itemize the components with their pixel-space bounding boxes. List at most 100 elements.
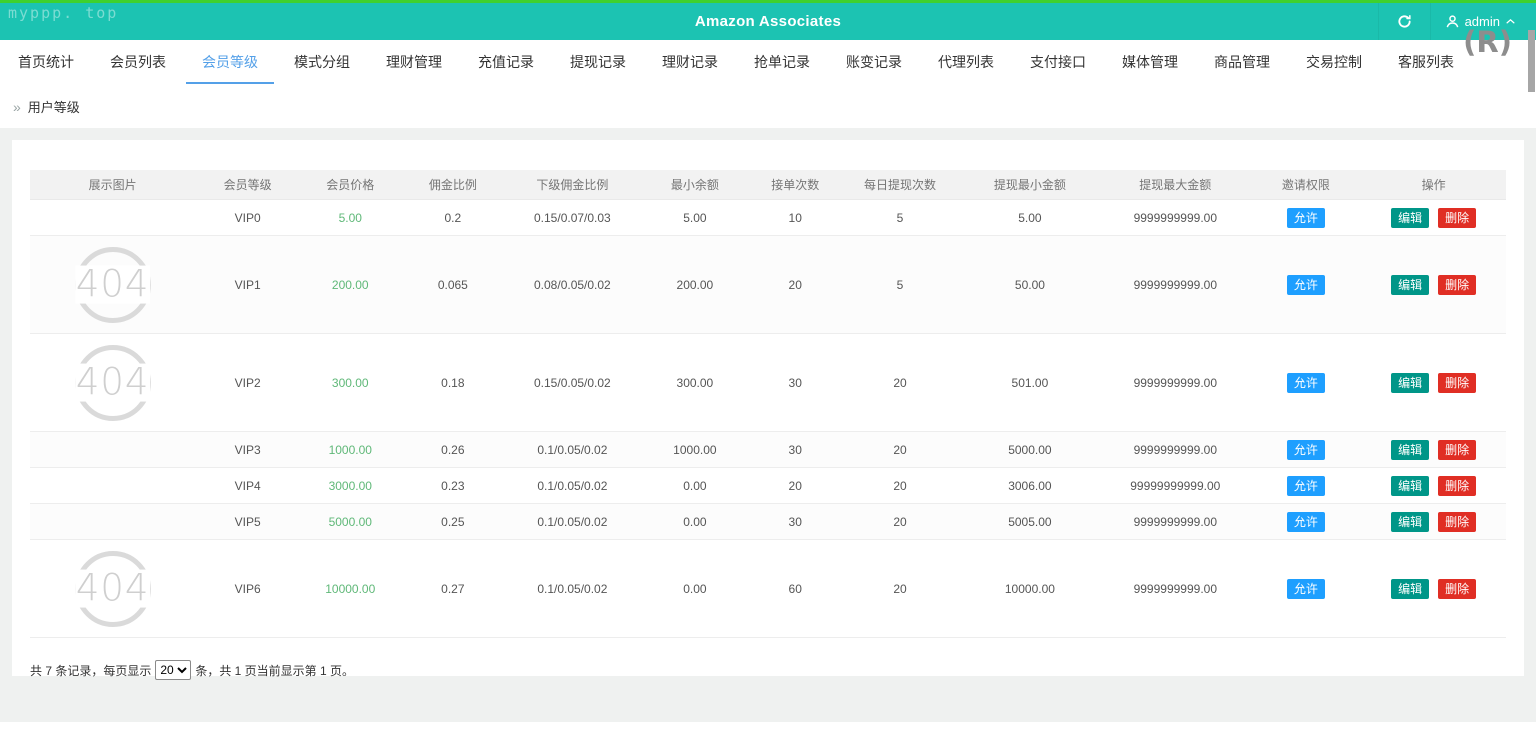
cell-invite-permission: 允许 (1250, 235, 1362, 334)
edit-button[interactable]: 编辑 (1391, 578, 1430, 599)
cell-min-balance: 200.00 (639, 235, 751, 334)
edit-button[interactable]: 编辑 (1391, 372, 1430, 393)
image-404-placeholder: 404 (73, 343, 153, 423)
cell-commission: 0.25 (400, 503, 506, 540)
column-header: 提现最大金额 (1100, 170, 1251, 200)
nav-tab-2[interactable]: 会员等级 (184, 40, 276, 85)
nav-tab-9[interactable]: 账变记录 (828, 40, 920, 85)
table-row: 404 VIP6 10000.00 0.27 0.1/0.05/0.02 0.00 60 20… (30, 539, 1506, 638)
nav-tab-12[interactable]: 媒体管理 (1104, 40, 1196, 85)
page-size-select[interactable]: 20 (155, 660, 192, 680)
image-404-placeholder: 404 (73, 245, 153, 325)
column-header: 最小余额 (639, 170, 751, 200)
cell-min-balance: 0.00 (639, 503, 751, 540)
column-header: 会员等级 (195, 170, 301, 200)
table-row: 404 VIP2 300.00 0.18 0.15/0.05/0.02 300.00 30 2… (30, 333, 1506, 432)
nav-tab-11[interactable]: 支付接口 (1012, 40, 1104, 85)
edit-button[interactable]: 编辑 (1391, 475, 1430, 496)
delete-button[interactable]: 删除 (1438, 274, 1477, 295)
cell-min-withdraw: 3006.00 (959, 467, 1101, 504)
delete-button[interactable]: 删除 (1438, 372, 1477, 393)
nav-tab-7[interactable]: 理财记录 (644, 40, 736, 85)
cell-invite-permission: 允许 (1250, 333, 1362, 432)
table-row: 404 VIP1 200.00 0.065 0.08/0.05/0.02 200.00 20… (30, 235, 1506, 334)
cell-max-withdraw: 99999999999.00 (1100, 467, 1251, 504)
cell-commission: 0.2 (400, 199, 506, 236)
cell-order-count: 30 (750, 431, 841, 468)
nav-tabs: 首页统计 会员列表 会员等级 模式分组 理财管理 充值记录 提现记录 理财记录 抢单记录 账变记录… (0, 40, 1536, 85)
allow-button[interactable]: 允许 (1286, 439, 1325, 460)
nav-tab-6[interactable]: 提现记录 (552, 40, 644, 85)
cell-daily-withdraw-count: 20 (840, 539, 960, 638)
cell-daily-withdraw-count: 20 (840, 503, 960, 540)
cell-price: 5.00 (300, 199, 401, 236)
cell-actions: 编辑 删除 (1361, 235, 1506, 334)
table-row: VIP5 5000.00 0.25 0.1/0.05/0.02 0.00 30 20 5005… (30, 503, 1506, 540)
column-header: 展示图片 (30, 170, 196, 200)
edit-button[interactable]: 编辑 (1391, 511, 1430, 532)
cell-sub-commission: 0.15/0.07/0.03 (505, 199, 640, 236)
nav-tab-0[interactable]: 首页统计 (0, 40, 92, 85)
cell-actions: 编辑 删除 (1361, 199, 1506, 236)
delete-button[interactable]: 删除 (1438, 578, 1477, 599)
cell-display-image (30, 431, 196, 468)
cell-order-count: 20 (750, 235, 841, 334)
delete-button[interactable]: 删除 (1438, 511, 1477, 532)
nav-tab-4[interactable]: 理财管理 (368, 40, 460, 85)
scrollbar-thumb[interactable] (1528, 30, 1535, 92)
table-body: VIP0 5.00 0.2 0.15/0.07/0.03 5.00 10 5 5.00 9999… (30, 199, 1506, 638)
cell-max-withdraw: 9999999999.00 (1100, 333, 1251, 432)
cell-min-balance: 0.00 (639, 467, 751, 504)
cell-sub-commission: 0.1/0.05/0.02 (505, 539, 640, 638)
cell-min-withdraw: 50.00 (959, 235, 1101, 334)
table-header-row: 展示图片 会员等级 会员价格 佣金比例 下级佣金比例 最小余额 接单次数 每日提现次数 提现最小… (30, 170, 1506, 200)
nav-tab-10[interactable]: 代理列表 (920, 40, 1012, 85)
app-header: myppp. top Amazon Associates admin (0, 3, 1536, 40)
nav-tab-8[interactable]: 抢单记录 (736, 40, 828, 85)
cell-sub-commission: 0.1/0.05/0.02 (505, 503, 640, 540)
delete-button[interactable]: 删除 (1438, 207, 1477, 228)
cell-price: 5000.00 (300, 503, 401, 540)
app-title: Amazon Associates (694, 13, 842, 30)
cell-level: VIP1 (195, 235, 301, 334)
cell-daily-withdraw-count: 5 (840, 235, 960, 334)
allow-button[interactable]: 允许 (1286, 511, 1325, 532)
cell-display-image (30, 199, 196, 236)
allow-button[interactable]: 允许 (1286, 207, 1325, 228)
refresh-button[interactable] (1377, 3, 1431, 40)
column-header: 邀请权限 (1250, 170, 1362, 200)
cell-min-withdraw: 5000.00 (959, 431, 1101, 468)
edit-button[interactable]: 编辑 (1391, 439, 1430, 460)
cell-max-withdraw: 9999999999.00 (1100, 503, 1251, 540)
cell-price: 200.00 (300, 235, 401, 334)
cell-level: VIP2 (195, 333, 301, 432)
cell-invite-permission: 允许 (1250, 539, 1362, 638)
cell-min-withdraw: 5.00 (959, 199, 1101, 236)
cell-display-image: 404 (30, 333, 196, 432)
nav-tab-1[interactable]: 会员列表 (92, 40, 184, 85)
cell-sub-commission: 0.15/0.05/0.02 (505, 333, 640, 432)
allow-button[interactable]: 允许 (1286, 475, 1325, 496)
nav-tab-3[interactable]: 模式分组 (276, 40, 368, 85)
nav-tab-15[interactable]: 客服列表 (1380, 40, 1472, 85)
allow-button[interactable]: 允许 (1286, 372, 1325, 393)
cell-commission: 0.23 (400, 467, 506, 504)
nav-tab-13[interactable]: 商品管理 (1196, 40, 1288, 85)
cell-sub-commission: 0.1/0.05/0.02 (505, 467, 640, 504)
cell-min-withdraw: 5005.00 (959, 503, 1101, 540)
cell-display-image: 404 (30, 539, 196, 638)
edit-button[interactable]: 编辑 (1391, 274, 1430, 295)
delete-button[interactable]: 删除 (1438, 439, 1477, 460)
cell-level: VIP3 (195, 431, 301, 468)
table-row: VIP0 5.00 0.2 0.15/0.07/0.03 5.00 10 5 5.00 9999… (30, 199, 1506, 236)
delete-button[interactable]: 删除 (1438, 475, 1477, 496)
cell-level: VIP0 (195, 199, 301, 236)
edit-button[interactable]: 编辑 (1391, 207, 1430, 228)
refresh-icon (1398, 14, 1411, 28)
nav-tab-14[interactable]: 交易控制 (1288, 40, 1380, 85)
allow-button[interactable]: 允许 (1286, 578, 1325, 599)
nav-tab-5[interactable]: 充值记录 (460, 40, 552, 85)
cell-daily-withdraw-count: 5 (840, 199, 960, 236)
allow-button[interactable]: 允许 (1286, 274, 1325, 295)
pagination-suffix: 条，共 1 页当前显示第 1 页。 (195, 663, 355, 678)
